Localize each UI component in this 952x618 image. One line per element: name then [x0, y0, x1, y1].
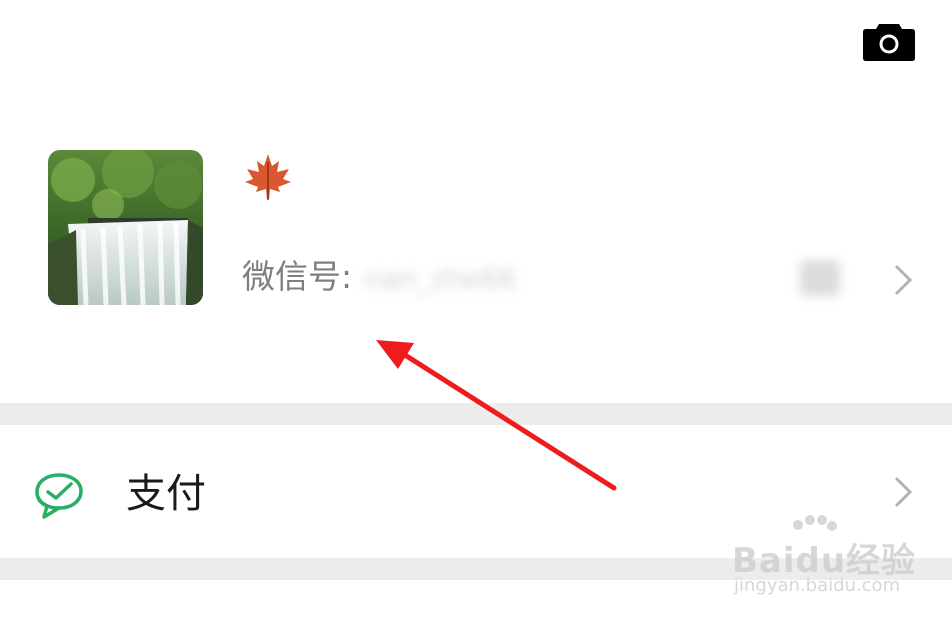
camera-button[interactable] [862, 20, 916, 62]
camera-icon [863, 24, 915, 61]
section-divider [0, 403, 952, 425]
chevron-right-icon [894, 264, 913, 296]
section-divider [0, 558, 952, 580]
qr-code-icon[interactable] [800, 260, 840, 296]
pay-label: 支付 [126, 471, 206, 517]
wechat-id-label: 微信号: [242, 257, 353, 296]
maple-leaf-icon [243, 152, 293, 202]
menu-item-pay[interactable]: 支付 [0, 425, 952, 558]
chevron-right-icon [894, 476, 913, 508]
me-page: 微信号: nan_zhe66 支付 Baidu经验 jingyan.baidu.… [0, 0, 952, 618]
wechat-id: 微信号: nan_zhe66 [242, 257, 516, 299]
wechat-pay-icon [35, 473, 83, 519]
wechat-id-value: nan_zhe66 [364, 261, 517, 295]
avatar[interactable] [48, 150, 203, 305]
profile-card[interactable]: 微信号: nan_zhe66 [0, 100, 952, 402]
